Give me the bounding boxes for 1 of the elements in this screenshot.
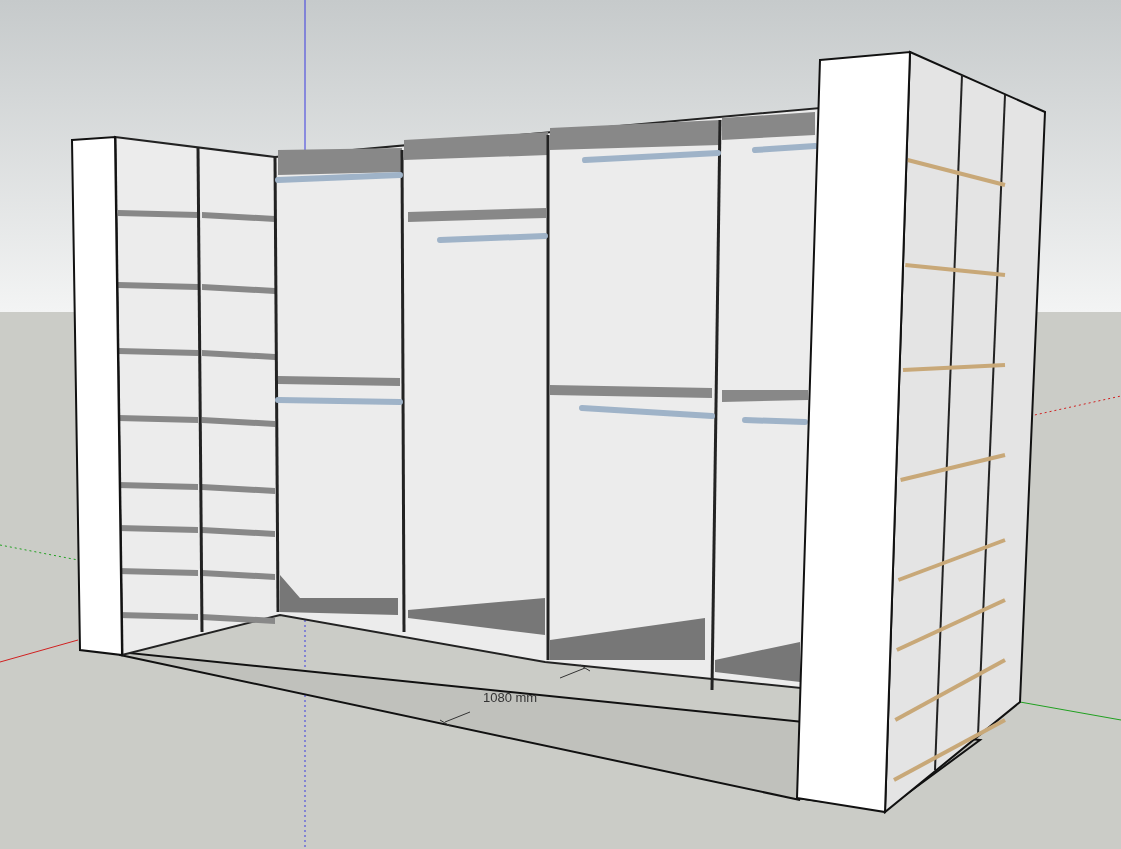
dimension-label: 1080 mm [483, 690, 538, 705]
